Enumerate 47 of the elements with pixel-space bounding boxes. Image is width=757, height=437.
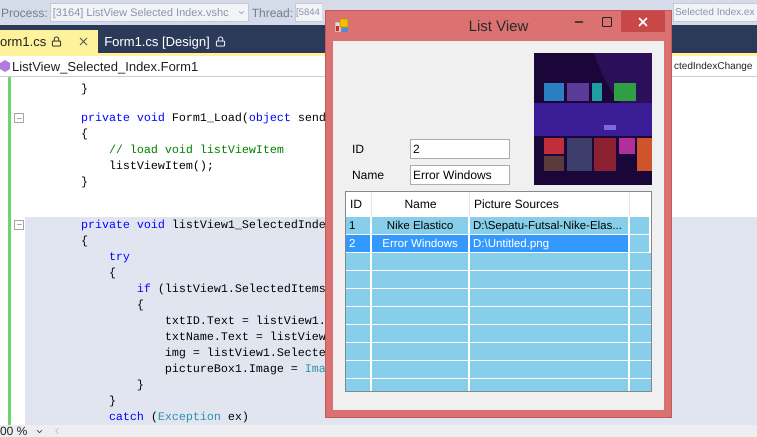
column-header[interactable]: ID xyxy=(346,192,372,216)
lock-icon xyxy=(214,36,226,47)
code-line: private void listView1_SelectedInde xyxy=(80,216,326,233)
field-label: Name xyxy=(352,168,386,182)
code-line: } xyxy=(80,81,88,97)
process-label: Process: xyxy=(1,6,48,20)
code-line: try xyxy=(108,248,130,265)
app-icon xyxy=(335,19,349,33)
close-icon[interactable] xyxy=(77,35,90,48)
member-dropdown[interactable]: ctedIndexChange xyxy=(674,60,757,72)
maximize-icon xyxy=(601,16,613,28)
code-line: // load void listViewItem xyxy=(108,142,284,158)
window-title: List View xyxy=(468,18,528,34)
code-line: { xyxy=(80,232,88,249)
close-icon xyxy=(636,14,650,28)
code-line: { xyxy=(108,264,116,281)
type-dropdown[interactable]: ListView_Selected_Index.Form1 xyxy=(12,58,198,74)
code-line: } xyxy=(108,392,116,409)
code-line: listViewItem(); xyxy=(108,158,214,174)
list-cell: D:\Untitled.png xyxy=(470,235,630,252)
list-cell: 2 xyxy=(346,235,372,252)
code-line: { xyxy=(80,126,88,142)
list-cell: Error Windows xyxy=(372,235,470,252)
close-button[interactable] xyxy=(621,11,665,32)
code-line: img = listView1.Selecte xyxy=(164,344,326,361)
code-line: private void Form1_Load(object send xyxy=(80,110,326,126)
input-field[interactable]: 2 xyxy=(410,139,510,159)
collapse-icon[interactable] xyxy=(14,220,24,230)
code-line: txtName.Text = listView xyxy=(164,328,326,345)
code-line: if (listView1.SelectedItems xyxy=(136,280,326,297)
column-header[interactable]: Name xyxy=(372,192,470,216)
document-tab[interactable]: Form1.cs [Design] xyxy=(98,30,234,53)
code-line: pictureBox1.Image = Ima xyxy=(164,360,326,377)
code-line: txtID.Text = listView1. xyxy=(164,312,326,329)
code-line: } xyxy=(80,174,88,190)
code-line: } xyxy=(136,376,144,393)
column-header[interactable]: Picture Sources xyxy=(470,192,630,216)
code-line: { xyxy=(136,296,144,313)
code-line: catch (Exception ex) xyxy=(108,408,249,425)
collapse-icon[interactable] xyxy=(14,113,24,124)
zoom-level[interactable]: 00 % xyxy=(0,424,28,437)
thread-label: Thread: xyxy=(252,6,294,20)
lock-icon xyxy=(51,36,62,47)
document-tab[interactable]: orm1.cs xyxy=(0,30,98,53)
field-label: ID xyxy=(352,142,365,156)
class-icon xyxy=(0,60,10,72)
input-field[interactable]: Error Windows xyxy=(410,165,510,185)
